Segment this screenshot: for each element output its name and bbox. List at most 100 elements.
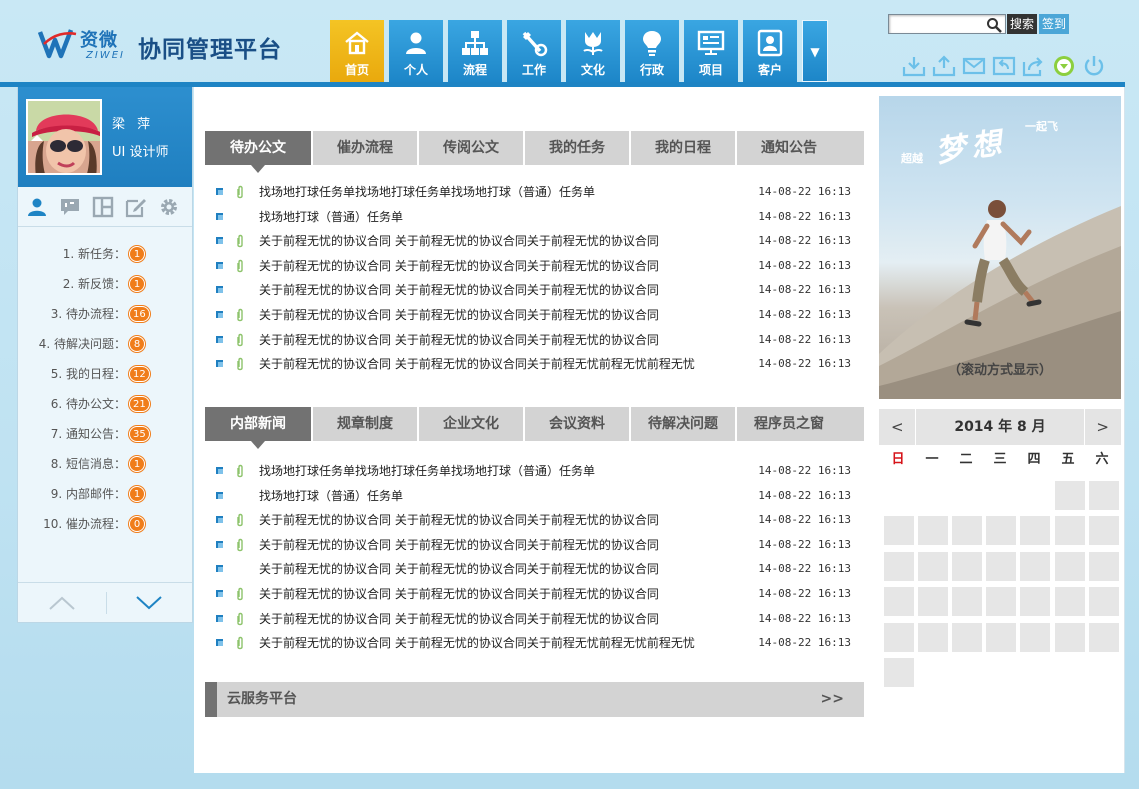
inbox-download-icon[interactable]	[902, 54, 926, 78]
search-button[interactable]: 搜索	[1007, 14, 1038, 34]
list-item[interactable]: 3. 待办流程： 16	[18, 299, 192, 329]
search-icon[interactable]	[986, 17, 1002, 33]
list-item[interactable]: 5. 我的日程： 12	[18, 359, 192, 389]
calendar-day-cell[interactable]	[986, 622, 1017, 652]
list-item[interactable]: 找场地打球任务单找场地打球任务单找场地打球（普通）任务单 14-08-22 16:…	[212, 459, 852, 484]
calendar-day-cell[interactable]	[952, 516, 983, 546]
tab-internal-news[interactable]: 内部新闻	[205, 407, 311, 449]
calendar-day-cell[interactable]	[884, 516, 914, 546]
tab-developer-window[interactable]: 程序员之窗	[735, 407, 841, 441]
layout-icon[interactable]	[92, 196, 114, 218]
search-input[interactable]	[889, 15, 985, 33]
list-item[interactable]: 2. 新反馈： 1	[18, 269, 192, 299]
sign-in-button[interactable]: 签到	[1039, 14, 1070, 34]
list-item[interactable]: 关于前程无忧的协议合同 关于前程无忧的协议合同关于前程无忧前程无忧前程无忧 14-…	[212, 631, 852, 656]
calendar-day-cell[interactable]	[1020, 551, 1051, 581]
list-item[interactable]: 关于前程无忧的协议合同 关于前程无忧的协议合同关于前程无忧的协议合同 14-08-…	[212, 254, 852, 279]
calendar-day-cell[interactable]	[986, 516, 1017, 546]
list-item[interactable]: 关于前程无忧的协议合同 关于前程无忧的协议合同关于前程无忧的协议合同 14-08-…	[212, 582, 852, 607]
list-item[interactable]: 7. 通知公告： 35	[18, 419, 192, 449]
nav-item-client[interactable]: 客户	[743, 20, 797, 82]
tab-my-schedule[interactable]: 我的日程	[629, 131, 735, 165]
mail-icon[interactable]	[962, 54, 986, 78]
calendar-day-cell[interactable]	[918, 622, 949, 652]
calendar-day-cell[interactable]	[1054, 551, 1085, 581]
calendar-day-cell[interactable]	[884, 551, 914, 581]
calendar-day-cell[interactable]	[952, 587, 983, 617]
list-item[interactable]: 6. 待办公文： 21	[18, 389, 192, 419]
list-item[interactable]: 关于前程无忧的协议合同 关于前程无忧的协议合同关于前程无忧的协议合同 14-08-…	[212, 278, 852, 303]
calendar-day-cell[interactable]	[1088, 516, 1119, 546]
list-item[interactable]: 找场地打球（普通）任务单 14-08-22 16:13	[212, 484, 852, 509]
calendar-day-cell[interactable]	[1020, 516, 1051, 546]
scroll-down-button[interactable]	[105, 583, 192, 622]
person-icon[interactable]	[26, 196, 48, 218]
list-item[interactable]: 关于前程无忧的协议合同 关于前程无忧的协议合同关于前程无忧的协议合同 14-08-…	[212, 607, 852, 632]
list-item[interactable]: 8. 短信消息： 1	[18, 449, 192, 479]
calendar-day-cell[interactable]	[1054, 481, 1085, 510]
cloud-more-link[interactable]: >>	[821, 682, 844, 717]
nav-item-culture[interactable]: 文化	[566, 20, 620, 82]
calendar-day-cell[interactable]	[1088, 551, 1119, 581]
calendar-day-cell[interactable]	[952, 551, 983, 581]
list-item[interactable]: 关于前程无忧的协议合同 关于前程无忧的协议合同关于前程无忧的协议合同 14-08-…	[212, 557, 852, 582]
calendar-day-cell[interactable]	[986, 587, 1017, 617]
calendar-day-cell[interactable]	[884, 658, 914, 687]
nav-item-flow[interactable]: 流程	[448, 20, 502, 82]
calendar-day-cell[interactable]	[986, 551, 1017, 581]
calendar-day-cell[interactable]	[1088, 587, 1119, 617]
calendar-day-cell[interactable]	[1020, 587, 1051, 617]
list-item[interactable]: 1. 新任务： 1	[18, 239, 192, 269]
reply-icon[interactable]	[992, 54, 1016, 78]
nav-item-project[interactable]: 项目	[684, 20, 738, 82]
tab-corporate-culture[interactable]: 企业文化	[417, 407, 523, 441]
nav-item-home[interactable]: 首页	[330, 20, 384, 82]
list-item[interactable]: 找场地打球任务单找场地打球任务单找场地打球（普通）任务单 14-08-22 16:…	[212, 180, 852, 205]
down-circle-icon[interactable]	[1052, 54, 1076, 78]
tab-pending-docs[interactable]: 待办公文	[205, 131, 311, 173]
calendar-day-cell[interactable]	[918, 551, 949, 581]
nav-item-work[interactable]: 工作	[507, 20, 561, 82]
comment-icon[interactable]	[59, 196, 81, 218]
calendar-day-cell[interactable]	[918, 587, 949, 617]
edit-icon[interactable]	[125, 196, 147, 218]
nav-more-button[interactable]: ▼	[802, 20, 828, 82]
calendar-day-cell[interactable]	[1088, 622, 1119, 652]
tab-circulate-docs[interactable]: 传阅公文	[417, 131, 523, 165]
calendar-day-cell[interactable]	[952, 622, 983, 652]
calendar-day-cell[interactable]	[1088, 481, 1119, 510]
list-item[interactable]: 关于前程无忧的协议合同 关于前程无忧的协议合同关于前程无忧前程无忧前程无忧 14-…	[212, 352, 852, 377]
tab-notices[interactable]: 通知公告	[735, 131, 841, 165]
tab-regulations[interactable]: 规章制度	[311, 407, 417, 441]
calendar-day-cell[interactable]	[1020, 622, 1051, 652]
list-item[interactable]: 10. 催办流程： 0	[18, 509, 192, 539]
list-item[interactable]: 关于前程无忧的协议合同 关于前程无忧的协议合同关于前程无忧的协议合同 14-08-…	[212, 229, 852, 254]
calendar-day-cell[interactable]	[1054, 622, 1085, 652]
list-item[interactable]: 关于前程无忧的协议合同 关于前程无忧的协议合同关于前程无忧的协议合同 14-08-…	[212, 303, 852, 328]
list-item[interactable]: 9. 内部邮件： 1	[18, 479, 192, 509]
calendar-day-cell[interactable]	[884, 587, 914, 617]
next-month-button[interactable]: >	[1096, 409, 1109, 445]
tab-urge-flow[interactable]: 催办流程	[311, 131, 417, 165]
scroll-up-button[interactable]	[18, 583, 105, 622]
list-item[interactable]: 4. 待解决问题： 8	[18, 329, 192, 359]
logo[interactable]: 资微 ZIWEI 协同管理平台	[38, 24, 286, 64]
calendar-day-cell[interactable]	[918, 516, 949, 546]
gear-icon[interactable]	[158, 196, 180, 218]
inbox-upload-icon[interactable]	[932, 54, 956, 78]
tab-meeting-materials[interactable]: 会议资料	[523, 407, 629, 441]
nav-item-admin[interactable]: 行政	[625, 20, 679, 82]
tab-open-issues[interactable]: 待解决问题	[629, 407, 735, 441]
calendar-day-cell[interactable]	[884, 622, 914, 652]
prev-month-button[interactable]: <	[891, 409, 904, 445]
power-icon[interactable]	[1082, 54, 1106, 78]
share-icon[interactable]	[1022, 54, 1046, 78]
list-item[interactable]: 关于前程无忧的协议合同 关于前程无忧的协议合同关于前程无忧的协议合同 14-08-…	[212, 533, 852, 558]
calendar-day-cell[interactable]	[1054, 516, 1085, 546]
list-item[interactable]: 关于前程无忧的协议合同 关于前程无忧的协议合同关于前程无忧的协议合同 14-08-…	[212, 508, 852, 533]
calendar-day-cell[interactable]	[1054, 587, 1085, 617]
nav-item-personal[interactable]: 个人	[389, 20, 443, 82]
list-item[interactable]: 找场地打球（普通）任务单 14-08-22 16:13	[212, 205, 852, 230]
tab-my-tasks[interactable]: 我的任务	[523, 131, 629, 165]
list-item[interactable]: 关于前程无忧的协议合同 关于前程无忧的协议合同关于前程无忧的协议合同 14-08-…	[212, 328, 852, 353]
